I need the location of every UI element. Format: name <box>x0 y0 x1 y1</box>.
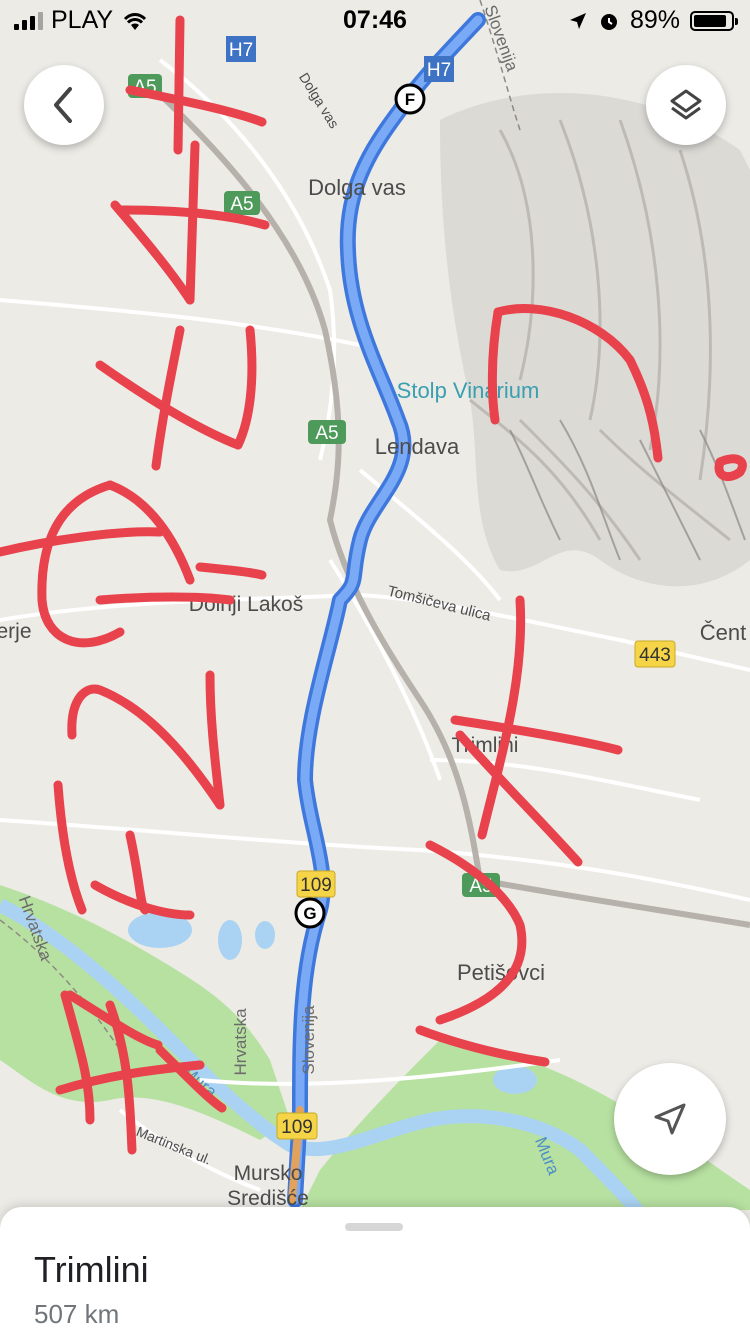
status-bar: PLAY 07:46 89% <box>0 0 750 40</box>
layers-button[interactable] <box>646 65 726 145</box>
terrain-relief <box>440 92 750 587</box>
back-button[interactable] <box>24 65 104 145</box>
label-mursko: Mursko <box>234 1162 303 1185</box>
destination-title: Trimlini <box>34 1249 149 1290</box>
label-slovenija-bottom: Slovenija <box>299 1005 318 1075</box>
label-lendava: Lendava <box>375 434 460 459</box>
shield-a5-2: A5 <box>224 191 260 215</box>
shield-a5-3: A5 <box>308 420 346 444</box>
svg-text:443: 443 <box>639 645 671 666</box>
location-arrow-icon <box>569 12 586 29</box>
shield-h7-2: H7 <box>424 56 454 82</box>
svg-text:H7: H7 <box>427 60 451 81</box>
destination-distance: 507 km <box>34 1299 120 1329</box>
battery-icon <box>690 10 738 31</box>
shield-443: 443 <box>634 640 676 668</box>
alarm-icon <box>600 13 617 30</box>
svg-text:G: G <box>303 904 316 923</box>
label-hrvatska-mid: Hrvatska <box>231 1008 250 1076</box>
svg-text:109: 109 <box>281 1117 313 1138</box>
label-cent: Čent <box>700 620 746 645</box>
wifi-icon <box>124 12 147 30</box>
svg-text:A5: A5 <box>230 194 253 215</box>
sheet-drag-handle[interactable] <box>345 1223 403 1231</box>
battery-fill <box>694 14 727 27</box>
shield-109-2: 109 <box>276 1112 318 1140</box>
svg-text:F: F <box>405 90 415 109</box>
waypoint-g[interactable]: G <box>294 897 326 929</box>
shield-109-1: 109 <box>296 870 336 898</box>
label-dolga-vas: Dolga vas <box>308 175 406 200</box>
svg-text:A5: A5 <box>315 423 338 444</box>
label-stolp-vinarium: Stolp Vinarium <box>397 378 540 403</box>
chevron-left-icon <box>54 87 72 123</box>
navigation-arrow-icon <box>654 1103 686 1135</box>
layers-icon <box>670 89 702 120</box>
my-location-button[interactable] <box>614 1063 726 1175</box>
waypoint-f[interactable]: F <box>394 83 426 115</box>
carrier-label: PLAY <box>51 6 114 34</box>
label-erje: erje <box>0 620 32 643</box>
battery-percent: 89% <box>629 6 680 34</box>
svg-text:H7: H7 <box>229 40 253 61</box>
bottom-sheet[interactable]: Trimlini 507 km <box>0 1207 750 1334</box>
svg-text:109: 109 <box>300 875 332 896</box>
signal-icon <box>14 11 43 30</box>
